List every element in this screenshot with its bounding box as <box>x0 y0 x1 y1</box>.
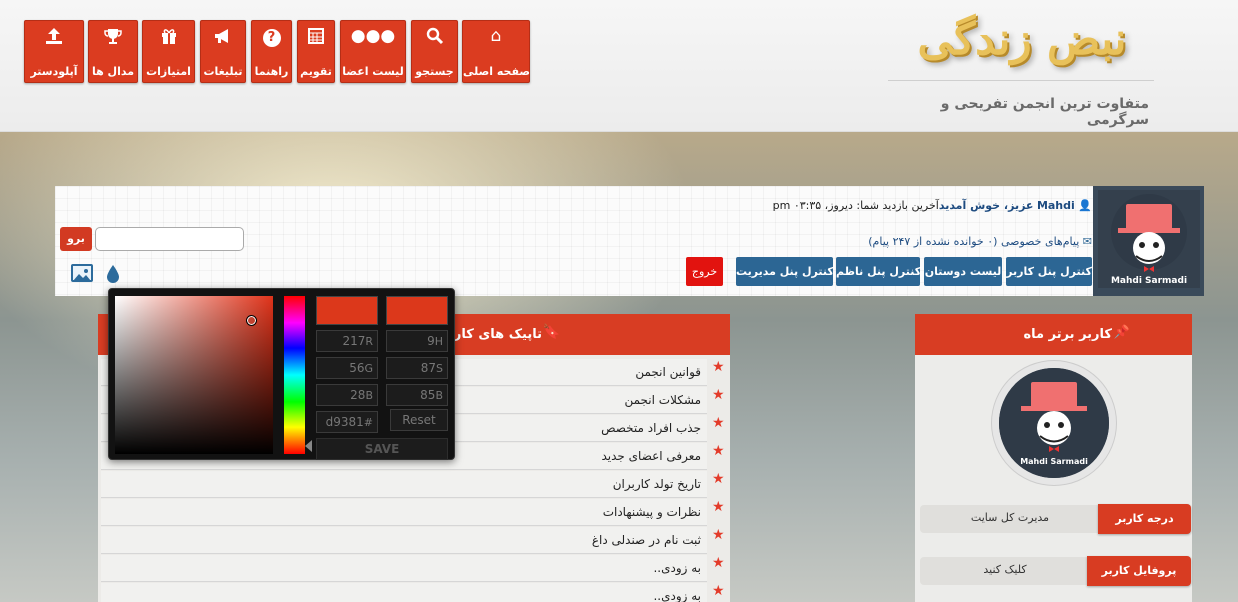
rgb-b-field[interactable]: 28B <box>316 384 378 406</box>
site-logo[interactable]: نبض زندگی <box>898 14 1146 65</box>
nav-members-button[interactable]: ●●● لیست اعضا <box>340 20 406 83</box>
welcome-line: 👤 Mahdi عزیز، خوش آمدیدآخرین بازدید شما:… <box>773 199 1092 212</box>
nav-search-button[interactable]: جستجو <box>411 20 458 83</box>
hsb-h-field[interactable]: 9H <box>386 330 448 352</box>
calendar-icon <box>298 27 334 49</box>
help-icon: ? <box>252 27 291 47</box>
star-icon: ★ <box>712 415 725 431</box>
nav-points-label: امتیازات <box>146 65 191 78</box>
gift-icon <box>143 27 194 49</box>
hsb-s-field[interactable]: 87S <box>386 357 448 379</box>
nav-medals-label: مدال ها <box>91 65 135 78</box>
top-user-panel-header: کاربر برتر ماه 📌 <box>915 314 1192 355</box>
nav-help-button[interactable]: ? راهنما <box>251 20 292 83</box>
color-drop-icon[interactable] <box>106 264 120 284</box>
megaphone-icon <box>201 27 245 49</box>
search-icon <box>412 27 457 49</box>
trophy-icon <box>89 27 137 49</box>
pin-icon: 📌 <box>1113 325 1130 340</box>
friends-list-button[interactable]: لیست دوستان <box>924 257 1002 286</box>
mod-cp-button[interactable]: کنترل پنل ناظم <box>836 257 921 286</box>
nav-upload-button[interactable]: آپلودستر <box>24 20 84 83</box>
upload-icon <box>25 27 83 49</box>
nav-upload-label: آپلودستر <box>30 65 78 78</box>
user-profile-button[interactable]: پروفایل کاربر <box>1087 556 1191 586</box>
top-user-avatar-name: Mahdi Sarmadi <box>1020 457 1088 466</box>
private-messages-line[interactable]: ✉ پیام‌های خصوصی (۰ خوانده نشده از ۲۴۷ پ… <box>868 235 1092 248</box>
top-user-title: کاربر برتر ماه <box>1023 327 1113 342</box>
star-icon: ★ <box>712 527 725 543</box>
image-icon[interactable] <box>71 264 93 282</box>
nav-ads-label: تبلیغات <box>203 65 243 78</box>
star-icon: ★ <box>712 583 725 599</box>
users-icon: ●●● <box>350 26 396 46</box>
nav-home-label: صفحه اصلی <box>463 65 530 78</box>
save-button[interactable]: SAVE <box>316 438 448 460</box>
nav-medals-button[interactable]: مدال ها <box>88 20 138 83</box>
list-item[interactable]: تاریخ تولد کاربران <box>101 471 707 498</box>
star-icon: ★ <box>712 499 725 515</box>
nav-search-label: جستجو <box>415 65 454 78</box>
user-rank-value: مدیرت کل سایت <box>920 505 1100 533</box>
avatar-name: Mahdi Sarmadi <box>1110 276 1188 286</box>
list-item[interactable]: به زودی.. <box>101 583 707 602</box>
nav-calendar-label: تقویم <box>300 65 332 78</box>
rgb-r-field[interactable]: 217R <box>316 330 378 352</box>
last-visit-text: آخرین بازدید شما: دیروز، ۰۳:۳۵ pm <box>772 199 939 212</box>
reset-button[interactable]: Reset <box>390 409 448 431</box>
pm-text: پیام‌های خصوصی (۰ خوانده نشده از ۲۴۷ پیا… <box>868 235 1080 248</box>
hsb-b-field[interactable]: 85B <box>386 384 448 406</box>
star-icon: ★ <box>712 443 725 459</box>
saturation-cursor[interactable] <box>246 315 257 326</box>
list-item[interactable]: نظرات و پیشنهادات <box>101 499 707 526</box>
home-icon: ⌂ <box>490 26 502 46</box>
admin-cp-button[interactable]: کنترل پنل مدیریت <box>736 257 834 286</box>
site-tagline: متفاوت ترین انجمن تفریحی و سرگرمی <box>940 96 1149 128</box>
new-color-swatch <box>316 296 378 325</box>
hue-slider[interactable] <box>284 296 305 454</box>
nav-points-button[interactable]: امتیازات <box>142 20 195 83</box>
star-icon: ★ <box>712 387 725 403</box>
hex-field[interactable]: d9381# <box>316 411 378 433</box>
nav-members-label: لیست اعضا <box>342 65 404 78</box>
user-cp-button[interactable]: کنترل پنل کاربر <box>1006 257 1092 286</box>
user-rank-label: درجه کاربر <box>1098 504 1191 534</box>
nav-home-button[interactable]: ⌂ صفحه اصلی <box>462 20 530 83</box>
logout-button[interactable]: خروج <box>686 257 723 286</box>
nav-ads-button[interactable]: تبلیغات <box>200 20 246 83</box>
envelope-icon: ✉ <box>1082 235 1092 248</box>
rgb-g-field[interactable]: 56G <box>316 357 378 379</box>
search-input[interactable] <box>95 227 244 251</box>
current-color-swatch <box>386 296 448 325</box>
user-icon: 👤 <box>1078 199 1092 212</box>
nav-calendar-button[interactable]: تقویم <box>297 20 335 83</box>
star-icon: ★ <box>712 471 725 487</box>
list-item[interactable]: به زودی.. <box>101 555 707 582</box>
topics-title: تاپیک های کاربر <box>440 327 542 342</box>
hue-arrow-icon[interactable] <box>305 440 312 452</box>
nav-help-label: راهنما <box>254 65 289 78</box>
avatar[interactable]: Mahdi Sarmadi <box>1098 190 1200 288</box>
bookmark-icon: 🔖 <box>542 324 560 340</box>
profile-click-value[interactable]: کلیک کنید <box>920 557 1090 585</box>
search-go-button[interactable]: برو <box>60 227 92 251</box>
top-user-avatar[interactable]: Mahdi Sarmadi <box>999 368 1109 478</box>
username-link[interactable]: Mahdi <box>1037 199 1075 212</box>
star-icon: ★ <box>712 555 725 571</box>
list-item[interactable]: ثبت نام در صندلی داغ <box>101 527 707 554</box>
star-icon: ★ <box>712 359 725 375</box>
welcome-text: عزیز، خوش آمدید <box>938 199 1034 212</box>
color-picker: 217R 9H 56G 87S 28B 85B d9381# Reset SAV… <box>108 288 455 460</box>
logo-divider <box>888 80 1154 81</box>
